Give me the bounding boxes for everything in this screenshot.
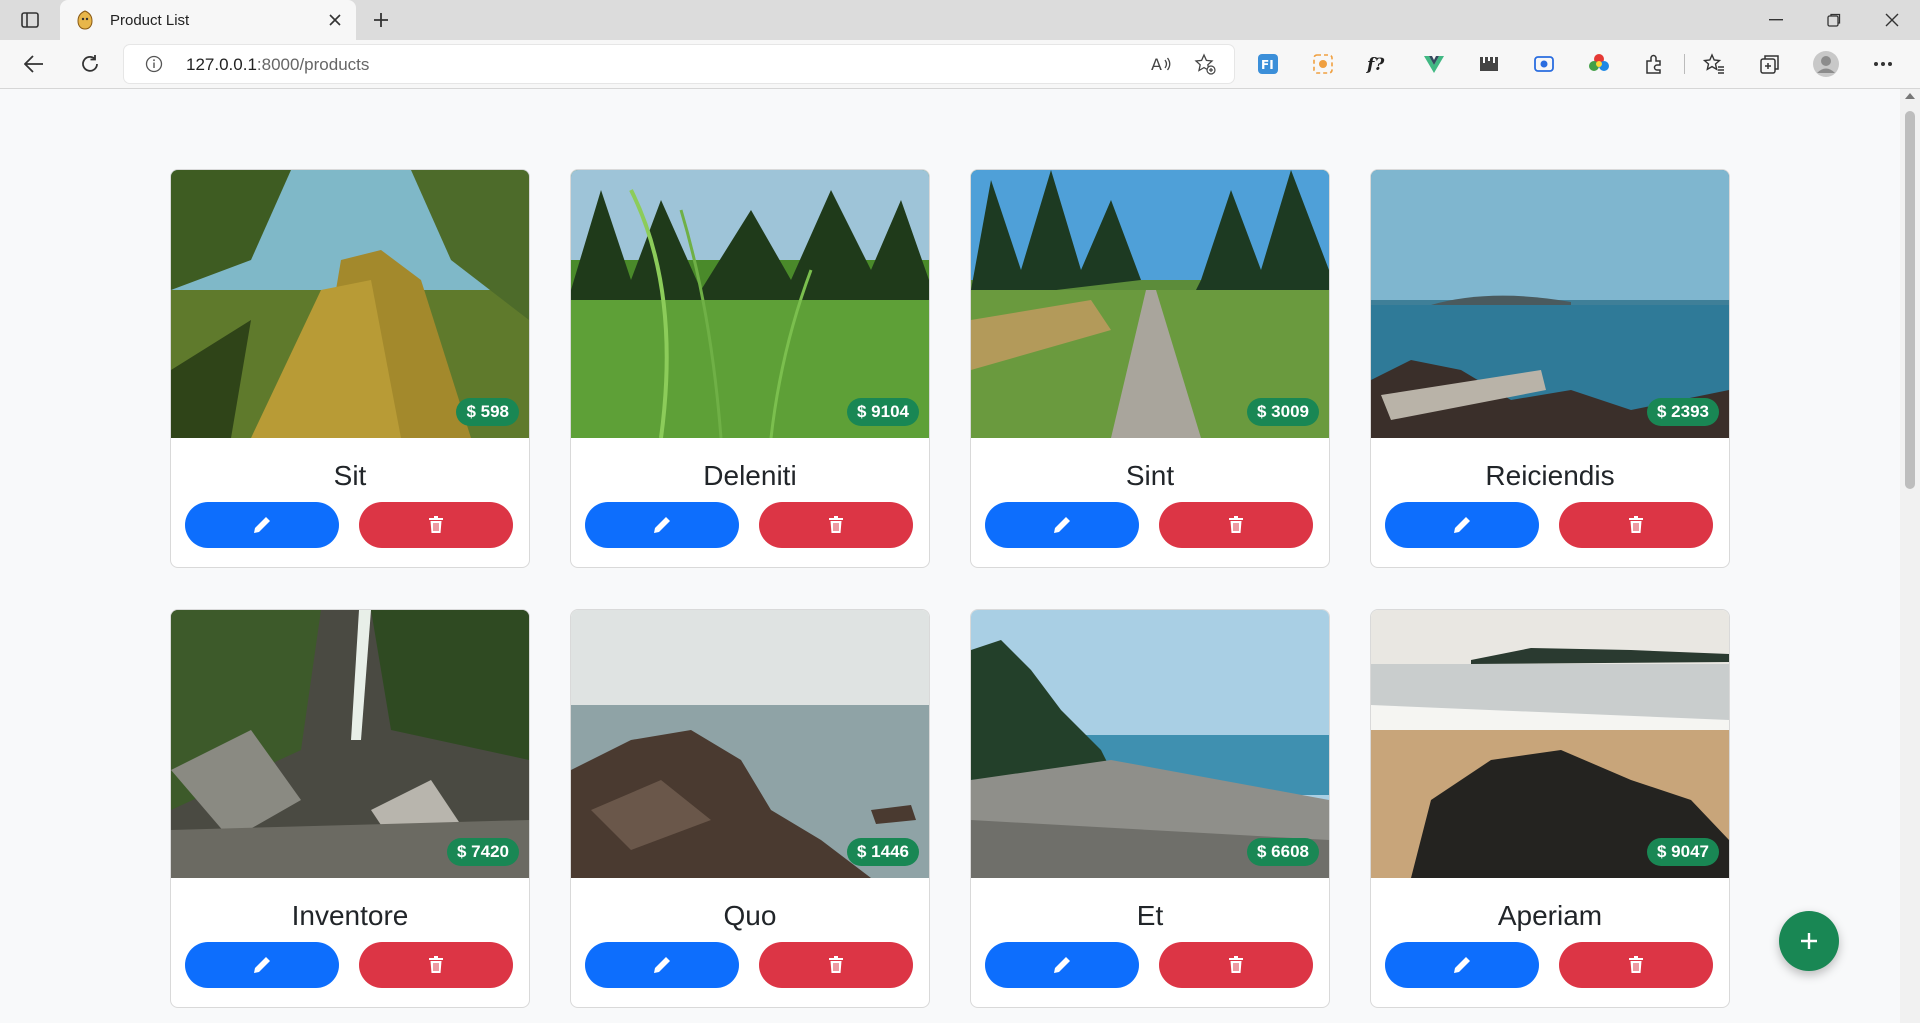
product-card: $ 2393 Reiciendis bbox=[1370, 169, 1730, 568]
ruler-extension-icon[interactable] bbox=[1475, 50, 1503, 78]
price-badge: $ 6608 bbox=[1247, 838, 1319, 866]
delete-button[interactable] bbox=[1559, 502, 1713, 548]
trash-icon bbox=[1229, 516, 1243, 533]
delete-button[interactable] bbox=[1159, 942, 1313, 988]
pencil-icon bbox=[1054, 957, 1070, 973]
trash-icon bbox=[1629, 516, 1643, 533]
vue-devtools-icon[interactable] bbox=[1420, 50, 1448, 78]
trash-icon bbox=[429, 516, 443, 533]
price-badge: $ 1446 bbox=[847, 838, 919, 866]
plus-icon bbox=[1801, 933, 1817, 949]
extensions-icon[interactable] bbox=[1640, 50, 1668, 78]
favorites-icon[interactable] bbox=[1700, 50, 1728, 78]
browser-titlebar: Product List bbox=[0, 0, 1920, 40]
capture-extension-icon[interactable] bbox=[1530, 50, 1558, 78]
color-picker-extension-icon[interactable] bbox=[1585, 50, 1613, 78]
price-badge: $ 9047 bbox=[1647, 838, 1719, 866]
add-favorite-icon[interactable] bbox=[1190, 50, 1220, 78]
edit-button[interactable] bbox=[585, 942, 739, 988]
scroll-thumb[interactable] bbox=[1905, 111, 1915, 489]
product-card: $ 6608 Et bbox=[970, 609, 1330, 1008]
url-text[interactable]: 127.0.0.1:8000/products bbox=[186, 55, 369, 75]
collections-icon[interactable] bbox=[1756, 50, 1784, 78]
trash-icon bbox=[1629, 956, 1643, 973]
address-bar[interactable]: 127.0.0.1:8000/products A bbox=[124, 45, 1234, 83]
delete-button[interactable] bbox=[1559, 942, 1713, 988]
product-name: Sint bbox=[1125, 460, 1175, 491]
toolbar-separator bbox=[1684, 54, 1685, 74]
edit-button[interactable] bbox=[985, 502, 1139, 548]
svg-text:f?: f? bbox=[1366, 55, 1385, 75]
back-icon[interactable] bbox=[16, 46, 52, 82]
delete-button[interactable] bbox=[1159, 502, 1313, 548]
product-card: $ 9104 Deleniti bbox=[570, 169, 930, 568]
price-badge: $ 3009 bbox=[1247, 398, 1319, 426]
browser-tab[interactable]: Product List bbox=[60, 0, 356, 40]
scroll-up-arrow-icon[interactable] bbox=[1905, 93, 1915, 99]
delete-button[interactable] bbox=[759, 942, 913, 988]
tab-title: Product List bbox=[110, 11, 190, 29]
screenshot-extension-icon[interactable] bbox=[1309, 50, 1337, 78]
trash-icon bbox=[829, 956, 843, 973]
edit-button[interactable] bbox=[585, 502, 739, 548]
close-window-icon[interactable] bbox=[1864, 0, 1920, 40]
read-aloud-icon[interactable]: A bbox=[1146, 50, 1176, 78]
function-extension-icon[interactable]: f? bbox=[1364, 50, 1392, 78]
price-badge: $ 7420 bbox=[447, 838, 519, 866]
price-badge: $ 2393 bbox=[1647, 398, 1719, 426]
price-badge: $ 9104 bbox=[847, 398, 919, 426]
refresh-icon[interactable] bbox=[72, 46, 108, 82]
close-tab-icon[interactable] bbox=[320, 5, 350, 35]
product-name: Inventore bbox=[291, 900, 409, 931]
edit-button[interactable] bbox=[985, 942, 1139, 988]
svg-text:A: A bbox=[1151, 55, 1162, 74]
product-name: Sit bbox=[333, 460, 367, 491]
svg-text:FI: FI bbox=[1261, 58, 1274, 72]
pencil-icon bbox=[1454, 517, 1470, 533]
product-name: Quo bbox=[723, 900, 777, 931]
edit-button[interactable] bbox=[185, 502, 339, 548]
pencil-icon bbox=[254, 517, 270, 533]
favicon-icon bbox=[74, 9, 96, 31]
profile-avatar-icon[interactable] bbox=[1812, 50, 1840, 78]
trash-icon bbox=[1229, 956, 1243, 973]
new-tab-icon[interactable] bbox=[366, 6, 396, 34]
pencil-icon bbox=[1054, 517, 1070, 533]
edit-button[interactable] bbox=[185, 942, 339, 988]
product-name: Reiciendis bbox=[1485, 460, 1615, 491]
product-card: $ 598 Sit bbox=[170, 169, 530, 568]
tab-actions-icon[interactable] bbox=[12, 6, 48, 34]
product-card: $ 9047 Aperiam bbox=[1370, 609, 1730, 1008]
product-card: $ 1446 Quo bbox=[570, 609, 930, 1008]
delete-button[interactable] bbox=[359, 502, 513, 548]
more-menu-icon[interactable] bbox=[1869, 50, 1897, 78]
edit-button[interactable] bbox=[1385, 502, 1539, 548]
pencil-icon bbox=[254, 957, 270, 973]
pencil-icon bbox=[654, 517, 670, 533]
page-scrollbar[interactable] bbox=[1900, 89, 1920, 1023]
fi-extension-icon[interactable]: FI bbox=[1254, 50, 1282, 78]
product-card: $ 7420 Inventore bbox=[170, 609, 530, 1008]
restore-icon[interactable] bbox=[1806, 0, 1862, 40]
price-badge: $ 598 bbox=[456, 398, 519, 426]
delete-button[interactable] bbox=[759, 502, 913, 548]
trash-icon bbox=[429, 956, 443, 973]
edit-button[interactable] bbox=[1385, 942, 1539, 988]
minimize-icon[interactable] bbox=[1748, 0, 1804, 40]
product-card: $ 3009 Sint bbox=[970, 169, 1330, 568]
delete-button[interactable] bbox=[359, 942, 513, 988]
product-name: Aperiam bbox=[1497, 900, 1603, 931]
product-name: Deleniti bbox=[703, 460, 797, 491]
product-name: Et bbox=[1136, 900, 1164, 931]
add-product-button[interactable] bbox=[1779, 911, 1839, 971]
trash-icon bbox=[829, 516, 843, 533]
site-info-icon[interactable] bbox=[144, 54, 164, 74]
pencil-icon bbox=[1454, 957, 1470, 973]
browser-toolbar: 127.0.0.1:8000/products A FI f? bbox=[0, 40, 1920, 89]
pencil-icon bbox=[654, 957, 670, 973]
